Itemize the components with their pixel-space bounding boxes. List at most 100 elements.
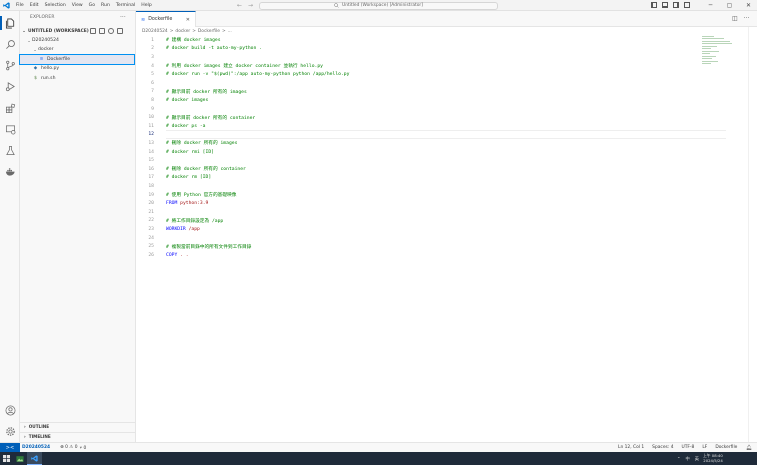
taskbar-clock[interactable]: 上午 08:40 2024/5/24	[703, 453, 723, 463]
source-control-icon[interactable]	[4, 59, 16, 71]
code-line[interactable]: 2 # docker build -t auto-my-python .	[136, 45, 696, 54]
code-line[interactable]: 19 # 使用 Python 官方的基礎映像	[136, 191, 696, 200]
code-line[interactable]: 4 # 利用 docker images 建立 docker container …	[136, 62, 696, 71]
code-line[interactable]: 16 # 刪除 docker 所有的 container	[136, 165, 696, 174]
tray-item[interactable]: 中	[686, 456, 690, 462]
collapse-all-icon[interactable]	[117, 28, 123, 34]
code-line[interactable]: 13 # 刪除 docker 所有的 images	[136, 139, 696, 148]
search-icon[interactable]	[4, 38, 16, 50]
menu-item-view[interactable]: View	[72, 3, 83, 8]
toggle-primary-sidebar-icon[interactable]	[651, 2, 657, 8]
line-number: 11	[148, 123, 154, 129]
menu-item-terminal[interactable]: Terminal	[116, 3, 135, 8]
remote-explorer-icon[interactable]	[4, 123, 16, 135]
notifications-bell-icon[interactable]: 🔔︎	[746, 445, 752, 451]
split-editor-icon[interactable]: ◫	[732, 15, 738, 22]
menu-item-file[interactable]: File	[16, 3, 24, 8]
ports-count[interactable]: ⑂ 0	[79, 445, 86, 451]
timeline-section[interactable]: › TIMELINE	[20, 432, 136, 440]
more-actions-icon[interactable]: ···	[744, 15, 750, 22]
tray-item[interactable]: ⌃	[677, 456, 681, 461]
toggle-panel-icon[interactable]	[662, 2, 668, 8]
code-line[interactable]: 25 # 複製當前目錄中的所有文件到工作目錄	[136, 242, 696, 251]
status-item[interactable]: Dockerfile	[715, 445, 737, 450]
code-line[interactable]: 11 # docker ps -a	[136, 122, 696, 131]
new-folder-icon[interactable]	[99, 28, 105, 34]
refresh-icon[interactable]	[108, 28, 114, 34]
code-line[interactable]: 17 # docker rm [ID]	[136, 174, 696, 183]
status-item[interactable]: UTF-8	[682, 445, 695, 450]
new-file-icon[interactable]	[90, 28, 96, 34]
menu-item-edit[interactable]: Edit	[30, 3, 39, 8]
run-debug-icon[interactable]	[4, 80, 16, 92]
status-workspace[interactable]: D20240524	[22, 445, 50, 450]
menu-item-help[interactable]: Help	[141, 3, 151, 8]
code-line[interactable]: 1 # 建構 docker images	[136, 36, 696, 45]
line-number: 22	[148, 218, 154, 224]
code-line[interactable]: 7 # 顯示目前 docker 所有的 images	[136, 88, 696, 97]
extensions-icon[interactable]	[4, 102, 16, 114]
breadcrumb-item[interactable]: Dockerfile	[198, 29, 220, 34]
code-line[interactable]: 24	[136, 234, 696, 243]
status-item[interactable]: Ln 12, Col 1	[618, 445, 644, 450]
code-line[interactable]: 14 # docker rmi [ID]	[136, 148, 696, 157]
minimize-button[interactable]: ─	[701, 0, 720, 11]
menu-item-go[interactable]: Go	[89, 3, 95, 8]
code-line[interactable]: 15	[136, 156, 696, 165]
taskbar-app-photos[interactable]	[12, 452, 27, 465]
workspace-section-header[interactable]: ⌄ UNTITLED (WORKSPACE)	[20, 27, 136, 35]
code-line[interactable]: 3	[136, 53, 696, 62]
maximize-button[interactable]: ▢	[720, 0, 739, 11]
tree-folder[interactable]: ⌄ docker	[20, 45, 134, 54]
breadcrumb-item[interactable]: ...	[228, 29, 232, 34]
more-actions-icon[interactable]: ···	[120, 14, 126, 21]
settings-gear-icon[interactable]	[4, 425, 16, 437]
outline-section[interactable]: › OUTLINE	[20, 422, 136, 430]
code-line[interactable]: 20 FROM python:3.9	[136, 199, 696, 208]
tray-item[interactable]: 英	[695, 456, 699, 462]
status-item[interactable]: LF	[702, 445, 707, 450]
shell-file-icon: $	[34, 75, 37, 81]
code-line[interactable]: 10 # 顯示目前 docker 所有的 container	[136, 113, 696, 122]
code-line[interactable]: 18	[136, 182, 696, 191]
overview-ruler[interactable]	[748, 27, 757, 442]
forward-arrow-icon[interactable]: →	[248, 2, 253, 9]
menu-item-selection[interactable]: Selection	[45, 3, 66, 8]
customize-layout-icon[interactable]	[684, 2, 690, 8]
tree-file[interactable]: ◆ hello.py	[20, 64, 134, 73]
code-line[interactable]: 22 # 將工作目錄設定為 /app	[136, 217, 696, 226]
minimap[interactable]	[702, 36, 732, 64]
tree-folder[interactable]: ⌄ D20240524	[20, 36, 134, 45]
code-line[interactable]: 9	[136, 105, 696, 114]
breadcrumb-item[interactable]: docker	[175, 29, 190, 34]
tree-file[interactable]: $ run.sh	[20, 74, 134, 83]
code-line[interactable]: 8 # docker images	[136, 96, 696, 105]
status-item[interactable]: Spaces: 4	[652, 445, 673, 450]
docker-icon[interactable]	[4, 165, 16, 177]
code-line[interactable]: 26 COPY . .	[136, 251, 696, 260]
menu-item-run[interactable]: Run	[101, 3, 110, 8]
breadcrumb-item[interactable]: D20240524	[142, 29, 168, 34]
problems-count[interactable]: ⊗ 0 ⚠ 0	[60, 445, 77, 450]
remote-indicator[interactable]: ><	[0, 442, 20, 453]
close-button[interactable]: ✕	[739, 0, 757, 11]
code-editor[interactable]: 1 # 建構 docker images 2 # docker build -t au…	[136, 27, 757, 442]
back-arrow-icon[interactable]: ←	[237, 2, 242, 9]
code-line[interactable]: 5 # docker run -v "$(pwd)":/app auto-my-p…	[136, 70, 696, 79]
code-text: . .	[177, 252, 189, 258]
taskbar-app-vscode[interactable]	[27, 452, 42, 465]
toggle-secondary-sidebar-icon[interactable]	[673, 2, 679, 8]
start-button[interactable]	[0, 452, 12, 465]
tree-file[interactable]: ≋ Dockerfile	[19, 53, 135, 65]
tab-dockerfile[interactable]: ≋ Dockerfile ✕	[136, 11, 196, 27]
explorer-icon[interactable]	[4, 17, 16, 29]
explorer-actions	[90, 27, 123, 34]
code-line[interactable]: 21	[136, 208, 696, 217]
testing-icon[interactable]	[4, 144, 16, 156]
close-tab-icon[interactable]: ✕	[186, 17, 190, 23]
code-line[interactable]: 6	[136, 79, 696, 88]
command-center-search[interactable]: Untitled (Workspace) [Administrator]	[259, 1, 498, 10]
code-line[interactable]: 23 WORKDIR /app	[136, 225, 696, 234]
account-icon[interactable]	[4, 404, 16, 416]
code-line[interactable]: 12	[136, 131, 696, 140]
